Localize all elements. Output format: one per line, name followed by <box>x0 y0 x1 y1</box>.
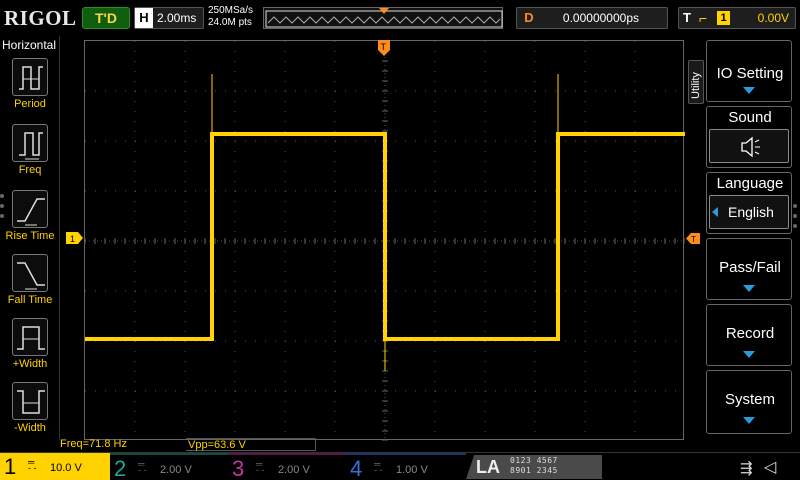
dc-coupling-icon: ═ - - <box>28 457 37 473</box>
top-status-bar: RIGOL T'D H 2.00ms 250MSa/s 24.0M pts D … <box>0 0 800 36</box>
system-button[interactable]: System <box>706 370 792 434</box>
waveform-display[interactable] <box>84 40 685 441</box>
timebase-display[interactable]: H 2.00ms <box>134 7 204 29</box>
language-value: English <box>728 204 774 220</box>
trigger-level-marker[interactable]: T <box>686 233 700 244</box>
trigger-position-marker[interactable]: T <box>378 38 390 58</box>
language-selector[interactable]: English <box>709 195 789 229</box>
io-setting-button[interactable]: IO Setting <box>706 40 792 102</box>
neg-width-icon <box>12 382 48 420</box>
rise-time-label: Rise Time <box>5 230 55 242</box>
right-scroll-indicator <box>793 204 799 234</box>
rise-time-icon <box>12 190 48 228</box>
dc-coupling-icon: ═ - - <box>256 459 265 475</box>
channel-2-number: 2 <box>114 456 127 480</box>
channel-1-scale: 10.0 V <box>50 462 82 474</box>
channel-3-indicator[interactable]: 3 ═ - - 2.00 V <box>228 453 346 480</box>
period-icon <box>12 58 48 96</box>
channel-2-scale: 2.00 V <box>160 464 192 476</box>
chevron-down-icon <box>743 351 755 358</box>
period-label: Period <box>14 98 46 110</box>
measure-freq-button[interactable]: Freq <box>0 124 60 180</box>
speaker-icon[interactable]: ◁ <box>764 457 776 477</box>
dc-coupling-icon: ═ - - <box>138 459 147 475</box>
ground-marker-label: 1 <box>70 234 75 244</box>
la-label: LA <box>476 457 500 477</box>
trigger-level-value: 0.00V <box>757 11 789 25</box>
memory-waveform-preview <box>265 8 503 28</box>
io-setting-label: IO Setting <box>716 65 784 82</box>
utility-tab-label: Utility <box>690 72 702 99</box>
record-label: Record <box>725 325 775 342</box>
channel-2-indicator[interactable]: 2 ═ - - 2.00 V <box>110 453 228 480</box>
trigger-source-badge: 1 <box>717 11 730 25</box>
measure-panel-title: Horizontal <box>2 38 57 52</box>
freq-measurement: Freq=71.8 Hz <box>60 438 127 450</box>
logic-analyzer-indicator[interactable]: LA 0123 4567 8901 2345 <box>466 455 602 479</box>
delay-label: D <box>524 10 534 25</box>
timebase-value: 2.00ms <box>157 11 197 25</box>
chevron-down-icon <box>743 285 755 292</box>
channel-1-indicator[interactable]: 1 ═ - - 10.0 V <box>0 453 110 480</box>
fall-time-label: Fall Time <box>7 294 53 306</box>
chevron-left-icon <box>712 207 718 217</box>
chevron-down-icon <box>743 87 755 94</box>
channel-4-indicator[interactable]: 4 ═ - - 1.00 V <box>346 453 466 480</box>
channel1-ground-marker[interactable]: 1 <box>66 232 84 244</box>
channel-3-scale: 2.00 V <box>278 464 310 476</box>
neg-width-label: -Width <box>14 422 46 434</box>
vpp-measurement: Vpp=63.6 V <box>186 438 316 451</box>
memory-depth: 24.0M pts <box>208 17 252 28</box>
channel-status-bar: 1 ═ - - 10.0 V 2 ═ - - 2.00 V 3 ═ - - 2.00 … <box>0 452 800 480</box>
brand-logo: RIGOL <box>4 6 77 30</box>
la-bits-row-2: 8901 2345 <box>510 466 558 475</box>
language-button[interactable]: Language English <box>706 172 792 234</box>
freq-label: Freq <box>18 164 42 176</box>
sound-value <box>709 129 789 163</box>
graticule <box>85 41 685 441</box>
sample-rate: 250MSa/s <box>208 5 254 16</box>
usb-icon: ⇶ <box>740 460 753 477</box>
pos-width-label: +Width <box>12 358 48 370</box>
delay-value: 0.00000000ps <box>562 11 639 25</box>
measure-neg-width-button[interactable]: -Width <box>0 382 60 438</box>
language-label: Language <box>716 175 784 192</box>
channel-4-scale: 1.00 V <box>396 464 428 476</box>
freq-icon <box>12 124 48 162</box>
trigger-level-marker-label: T <box>691 235 696 244</box>
system-label: System <box>724 391 775 408</box>
la-bits: 0123 4567 8901 2345 <box>510 456 558 476</box>
rising-edge-icon: ⌐ <box>699 10 708 26</box>
pass-fail-button[interactable]: Pass/Fail <box>706 238 792 300</box>
trigger-display[interactable]: T ⌐ 1 0.00V <box>678 7 796 29</box>
dc-coupling-icon: ═ - - <box>374 459 383 475</box>
channel-1-number: 1 <box>4 454 17 479</box>
pass-fail-label: Pass/Fail <box>719 259 781 276</box>
la-bits-row-1: 0123 4567 <box>510 456 558 465</box>
measure-period-button[interactable]: Period <box>0 58 60 114</box>
horizontal-label: H <box>135 8 153 28</box>
speaker-icon <box>741 136 760 158</box>
measure-fall-time-button[interactable]: Fall Time <box>0 254 60 310</box>
fall-time-icon <box>12 254 48 292</box>
measure-pos-width-button[interactable]: +Width <box>0 318 60 374</box>
channel-4-number: 4 <box>350 456 363 480</box>
trigger-label: T <box>683 10 691 25</box>
utility-tab[interactable]: Utility <box>688 60 704 104</box>
record-button[interactable]: Record <box>706 304 792 366</box>
measure-panel: Horizontal Period Freq Rise Time Fall Ti… <box>0 36 60 440</box>
memory-overview-bar[interactable] <box>263 7 503 29</box>
trigger-position-label: T <box>381 42 387 52</box>
delay-display[interactable]: D 0.00000000ps <box>516 7 668 29</box>
acquisition-info: 250MSa/s 24.0M pts <box>208 5 253 29</box>
trigger-status-badge: T'D <box>82 7 130 29</box>
sound-label: Sound <box>728 109 772 126</box>
chevron-down-icon <box>743 417 755 424</box>
measure-rise-time-button[interactable]: Rise Time <box>0 190 60 246</box>
pos-width-icon <box>12 318 48 356</box>
sound-button[interactable]: Sound <box>706 106 792 168</box>
channel-3-number: 3 <box>232 456 245 480</box>
